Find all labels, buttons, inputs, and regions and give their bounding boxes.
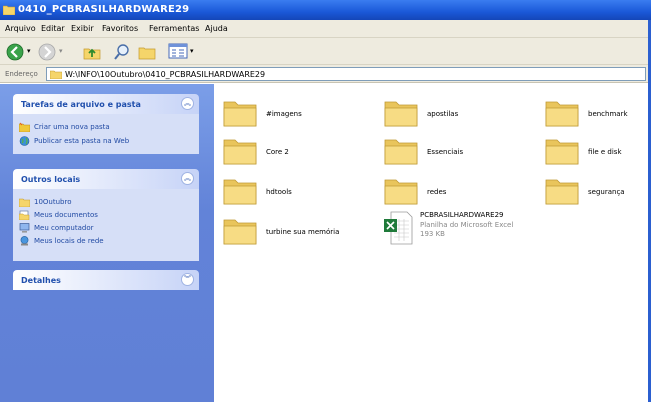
address-label: Endereço [5,70,38,78]
folder-name: Essenciais [427,148,464,156]
address-bar: Endereço W:\INFO\10Outubro\0410_PCBRASIL… [0,65,651,83]
expand-icon[interactable]: ︾ [181,273,194,286]
menu-exibir[interactable]: Exibir [71,24,94,33]
tasks-panel-title: Tarefas de arquivo e pasta [21,100,141,109]
folder-window-icon [3,5,15,15]
folder-icon [384,179,418,205]
computer-icon [19,223,30,233]
menu-editar[interactable]: Editar [41,24,65,33]
folder-icon [384,139,418,165]
menu-ferramentas[interactable]: Ferramentas [149,24,199,33]
title-bar[interactable]: 0410_PCBRASILHARDWARE29 [0,0,651,20]
menu-bar: Arquivo Editar Exibir Favoritos Ferramen… [0,20,651,38]
collapse-icon[interactable]: ︽ [181,172,194,185]
views-dropdown-icon[interactable]: ▾ [190,47,194,55]
views-button[interactable] [168,43,188,59]
forward-dropdown-icon[interactable]: ▾ [59,47,63,55]
folder-icon [223,139,257,165]
folder-name: turbine sua memória [266,228,340,236]
folder-name: apostilas [427,110,459,118]
network-icon [20,236,29,246]
menu-favoritos[interactable]: Favoritos [102,24,138,33]
folder-name: #imagens [266,110,302,118]
folder-icon [545,139,579,165]
details-panel-title: Detalhes [21,276,61,285]
folder-name: file e disk [588,148,622,156]
folder-name: Core 2 [266,148,289,156]
menu-ajuda[interactable]: Ajuda [205,24,228,33]
file-size: 193 KB [420,230,445,238]
folder-name: hdtools [266,188,292,196]
excel-file-item[interactable]: PCBRASILHARDWARE29 Planilha do Microsoft… [383,209,603,249]
address-path: W:\INFO\10Outubro\0410_PCBRASILHARDWARE2… [65,70,266,79]
folder-icon [223,101,257,127]
folders-button[interactable] [137,43,157,61]
back-button[interactable] [6,43,24,61]
menu-arquivo[interactable]: Arquivo [5,24,36,33]
up-folder-button[interactable] [82,43,102,61]
folder-icon [223,179,257,205]
file-name: PCBRASILHARDWARE29 [420,211,504,219]
folder-icon [223,219,257,245]
collapse-icon[interactable]: ︽ [181,97,194,110]
folder-icon [384,101,418,127]
tasks-panel: Tarefas de arquivo e pasta ︽ Criar uma n… [13,94,199,154]
documents-icon [19,210,30,220]
forward-button[interactable] [38,43,56,61]
file-list: #imagens apostilas benchmark Core 2 Esse… [214,84,651,402]
details-panel: Detalhes ︾ [13,270,199,290]
task-pane: Tarefas de arquivo e pasta ︽ Criar uma n… [0,84,214,402]
new-folder-icon [19,122,30,132]
toolbar: ▾ ▾ ▾ [0,38,651,65]
folder-name: segurança [588,188,625,196]
folder-icon [545,179,579,205]
places-panel: Outros locais ︽ 10Outubro Meus documento… [13,169,199,261]
places-panel-title: Outros locais [21,175,81,184]
folder-icon [545,101,579,127]
window-title: 0410_PCBRASILHARDWARE29 [18,4,190,15]
folder-name: redes [427,188,447,196]
address-field[interactable]: W:\INFO\10Outubro\0410_PCBRASILHARDWARE2… [46,67,646,81]
search-button[interactable] [113,43,131,61]
globe-icon [19,136,30,146]
back-dropdown-icon[interactable]: ▾ [27,47,31,55]
folder-icon [50,70,62,79]
tasks-panel-body: Criar uma nova pasta Publicar esta pasta… [13,114,199,154]
folder-name: benchmark [588,110,628,118]
folder-icon [19,198,30,207]
excel-icon [384,211,413,245]
details-panel-header[interactable]: Detalhes ︾ [13,270,199,290]
file-type: Planilha do Microsoft Excel [420,221,514,229]
places-panel-header[interactable]: Outros locais ︽ [13,169,199,189]
tasks-panel-header[interactable]: Tarefas de arquivo e pasta ︽ [13,94,199,114]
places-panel-body: 10Outubro Meus documentos Meu computador [13,189,199,261]
